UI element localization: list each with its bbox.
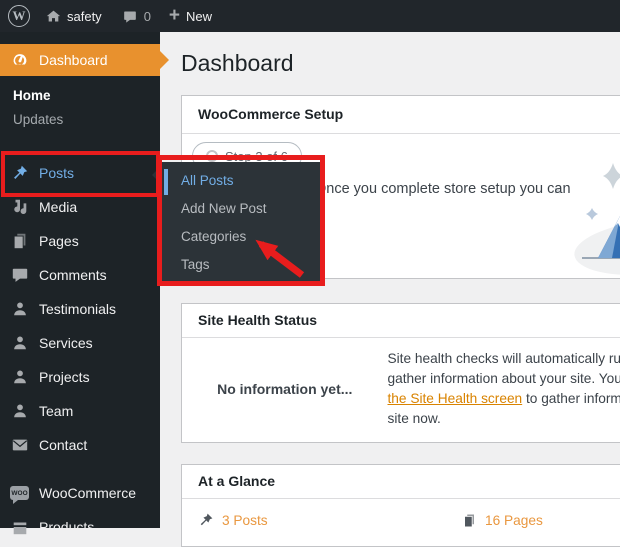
sidebar-item-contact[interactable]: Contact [0, 428, 160, 462]
posts-flyout-menu: All Posts Add New Post Categories Tags [160, 162, 320, 282]
flyout-item-categories[interactable]: Categories [160, 223, 320, 251]
new-label: New [186, 9, 212, 24]
site-health-status: No information yet... [182, 349, 388, 429]
at-a-glance-title: At a Glance [182, 465, 620, 499]
glance-pages-label: 16 Pages [485, 513, 543, 528]
pushpin-icon [198, 512, 214, 528]
sidebar-item-services[interactable]: Services [0, 326, 160, 360]
flyout-item-tags[interactable]: Tags [160, 251, 320, 279]
store-setup-illustration [542, 144, 620, 278]
at-a-glance-panel: At a Glance 3 Posts 16 Pages [181, 464, 620, 547]
flyout-item-add-new-post[interactable]: Add New Post [160, 195, 320, 223]
comments-count: 0 [144, 9, 151, 24]
sidebar-item-comments[interactable]: Comments [0, 258, 160, 292]
site-health-line: the Site Health screen to gather informa… [388, 389, 620, 409]
sidebar-item-label: WooCommerce [39, 485, 136, 501]
sidebar-item-label: Products [39, 519, 94, 535]
glance-pages-link[interactable]: 16 Pages [462, 512, 543, 528]
admin-sidebar: Dashboard Home Updates Posts Media Pages… [0, 32, 160, 528]
sidebar-item-label: Services [39, 335, 93, 351]
sidebar-item-woocommerce[interactable]: WOO WooCommerce [0, 476, 160, 510]
person-icon [10, 402, 29, 421]
sidebar-item-team[interactable]: Team [0, 394, 160, 428]
setup-description: Once you complete store setup you can [315, 181, 571, 197]
wordpress-logo-icon: W [8, 5, 30, 27]
main-content: Dashboard WooCommerce Setup Step 3 of 6 … [160, 32, 620, 547]
sidebar-item-projects[interactable]: Projects [0, 360, 160, 394]
sidebar-item-label: Media [39, 199, 77, 215]
site-name-label: safety [67, 9, 102, 24]
new-content-menu[interactable]: + New [169, 0, 212, 32]
sidebar-item-label: Dashboard [39, 52, 108, 68]
dashboard-submenu: Home Updates [0, 76, 160, 132]
sidebar-item-pages[interactable]: Pages [0, 224, 160, 258]
page-title: Dashboard [181, 48, 620, 78]
comments-menu[interactable]: 0 [122, 0, 151, 32]
site-health-line: gather information about your site. You … [388, 369, 620, 389]
comment-bubble-icon [122, 9, 138, 24]
progress-circle-icon [206, 150, 218, 162]
wp-logo-menu[interactable]: W [0, 0, 30, 32]
sidebar-item-home[interactable]: Home [13, 84, 160, 108]
site-name-link[interactable]: safety [46, 0, 102, 32]
pages-icon [462, 513, 477, 528]
site-health-screen-link[interactable]: the Site Health screen [388, 391, 523, 406]
site-health-title: Site Health Status [182, 304, 620, 338]
site-health-line-rest: to gather information about your [522, 391, 620, 406]
sidebar-item-label: Posts [39, 165, 74, 181]
site-health-line: Site health checks will automatically ru… [388, 349, 620, 369]
products-icon [10, 518, 29, 537]
woocommerce-icon: WOO [10, 484, 29, 503]
dashboard-gauge-icon [10, 51, 29, 70]
at-a-glance-body: 3 Posts 16 Pages [182, 499, 620, 546]
glance-posts-link[interactable]: 3 Posts [198, 512, 462, 528]
sidebar-item-label: Contact [39, 437, 87, 453]
person-icon [10, 368, 29, 387]
sidebar-item-posts[interactable]: Posts [0, 156, 160, 190]
site-health-line: site now. [388, 409, 620, 429]
glance-posts-label: 3 Posts [222, 513, 268, 528]
person-icon [10, 334, 29, 353]
sidebar-item-label: Comments [39, 267, 107, 283]
admin-bar: W safety 0 + New [0, 0, 620, 32]
sidebar-item-dashboard[interactable]: Dashboard [0, 44, 160, 76]
current-item-indicator-bar [164, 169, 168, 195]
sidebar-item-products[interactable]: Products [0, 510, 160, 544]
sidebar-separator [0, 462, 160, 476]
sidebar-item-media[interactable]: Media [0, 190, 160, 224]
sidebar-item-label: Testimonials [39, 301, 116, 317]
site-health-panel: Site Health Status No information yet...… [181, 303, 620, 443]
pages-icon [10, 232, 29, 251]
media-icon [10, 198, 29, 217]
comment-icon [10, 266, 29, 285]
site-health-body: No information yet... Site health checks… [182, 338, 620, 442]
flyout-item-all-posts[interactable]: All Posts [160, 167, 320, 195]
person-icon [10, 300, 29, 319]
envelope-icon [10, 436, 29, 455]
sidebar-item-label: Projects [39, 369, 90, 385]
sidebar-item-label: Pages [39, 233, 79, 249]
sidebar-item-label: Team [39, 403, 73, 419]
pushpin-icon [10, 164, 29, 183]
home-icon [46, 9, 61, 24]
plus-icon: + [169, 6, 180, 25]
sidebar-item-testimonials[interactable]: Testimonials [0, 292, 160, 326]
woocommerce-setup-title: WooCommerce Setup [182, 96, 620, 134]
site-health-message: Site health checks will automatically ru… [388, 349, 620, 429]
sidebar-item-updates[interactable]: Updates [13, 108, 160, 132]
